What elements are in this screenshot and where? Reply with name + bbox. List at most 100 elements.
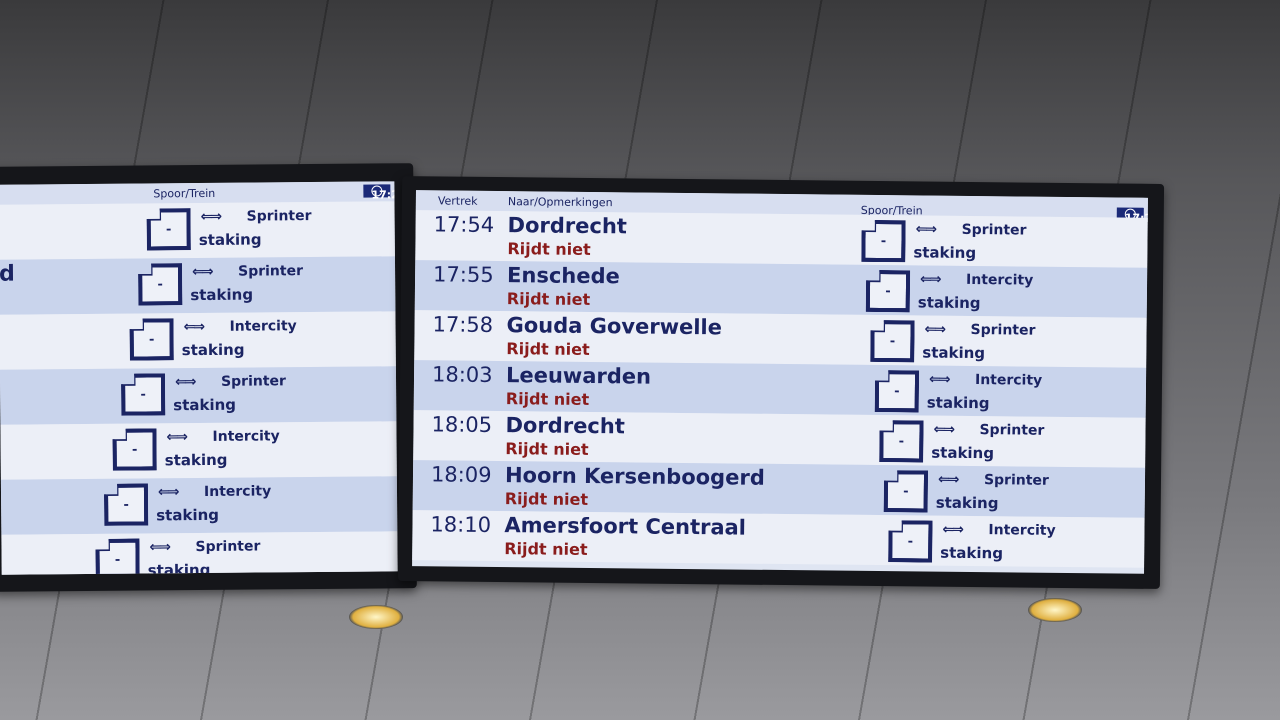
- train-type: Intercity: [212, 428, 280, 445]
- destination-header: Naar/Opmerkingen: [507, 195, 613, 210]
- departure-header: Vertrek: [437, 194, 478, 208]
- track-sign-icon: -: [866, 270, 910, 312]
- destination: Leeuwarden: [505, 363, 652, 389]
- track-number: -: [888, 474, 924, 508]
- ns-logo-icon: ⇐⇒: [200, 208, 221, 226]
- departure-row: d - ⇐⇒ Sprinter staking: [0, 256, 396, 315]
- ns-logo-icon: ⇐⇒: [157, 484, 178, 501]
- track-sign-icon: -: [104, 483, 148, 525]
- cancellation-note: Rijdt niet: [505, 389, 590, 409]
- ns-logo-icon: ⇐⇒: [928, 371, 949, 388]
- departure-time: 18:10: [430, 512, 492, 537]
- ns-logo-icon: ⇐⇒: [920, 271, 940, 288]
- ceiling-lamp: [349, 605, 403, 629]
- cancellation-note: Rijdt niet: [505, 439, 589, 459]
- remark: staking: [198, 230, 262, 250]
- track-number: -: [883, 424, 919, 458]
- remark: staking: [156, 505, 220, 525]
- left-departure-board: Spoor/Trein 17:21 - ⇐⇒ Sprinter staking d - ⇐⇒…: [0, 181, 398, 575]
- ns-logo-icon: ⇐⇒: [192, 263, 212, 281]
- departure-row: 18:10 Amersfoort Centraal Rijdt niet - ⇐⇒ Int…: [412, 510, 1145, 568]
- departure-row: 18:03 Leeuwarden Rijdt niet - ⇐⇒ Intercity sta…: [413, 360, 1147, 418]
- remark: staking: [147, 560, 211, 575]
- ns-logo-icon: ⇐⇒: [183, 318, 204, 336]
- track-sign-icon: -: [861, 220, 905, 262]
- ns-logo-icon: ⇐⇒: [942, 521, 963, 538]
- destination: Amersfoort Centraal: [504, 513, 747, 540]
- departure-row: 17:54 Dordrecht Rijdt niet - ⇐⇒ Sprinter staki…: [415, 210, 1148, 268]
- track-sign-icon: -: [147, 208, 191, 250]
- track-number: -: [879, 374, 915, 408]
- departure-row: 18:05 Dordrecht Rijdt niet - ⇐⇒ Sprinter staki…: [413, 410, 1146, 468]
- departure-time: 17:58: [432, 312, 494, 337]
- clock: 17:21: [363, 184, 398, 202]
- train-type: Intercity: [203, 483, 272, 500]
- track-number: -: [870, 274, 906, 308]
- remark: staking: [935, 493, 999, 513]
- departure-row: - ⇐⇒ Sprinter staking: [1, 531, 398, 575]
- left-board-frame: Spoor/Trein 17:21 - ⇐⇒ Sprinter staking d - ⇐⇒…: [0, 163, 417, 592]
- track-number: -: [108, 488, 144, 522]
- train-type: Sprinter: [246, 208, 312, 225]
- track-sign-icon: -: [875, 370, 919, 412]
- departure-row: - ⇐⇒ Sprinter staking: [0, 366, 397, 425]
- destination: Hoorn Kersenboogerd: [504, 463, 765, 490]
- track-number: -: [142, 267, 178, 301]
- remark: staking: [190, 285, 254, 305]
- track-sign-icon: -: [138, 263, 182, 305]
- track-number: -: [99, 543, 135, 575]
- departure-row: - ⇐⇒ Intercity staking: [0, 311, 396, 370]
- departure-time: 17:54: [433, 212, 495, 237]
- departure-time: 18:03: [431, 362, 493, 387]
- departure-time: 18:09: [430, 462, 492, 487]
- train-type: Sprinter: [220, 373, 286, 390]
- ceiling-lamp: [1028, 598, 1082, 622]
- ns-logo-icon: ⇐⇒: [933, 421, 954, 438]
- departure-time: 17:55: [432, 262, 494, 287]
- remark: staking: [940, 543, 1004, 563]
- track-number: -: [151, 212, 187, 246]
- track-sign-icon: -: [870, 320, 914, 362]
- remark: staking: [926, 393, 990, 413]
- ns-logo-icon: ⇐⇒: [174, 374, 195, 391]
- remark: staking: [181, 340, 245, 360]
- remark: staking: [164, 450, 228, 470]
- track-number: -: [116, 432, 152, 466]
- train-type: Sprinter: [983, 472, 1049, 489]
- train-type: Sprinter: [238, 263, 304, 280]
- train-type: Sprinter: [970, 321, 1036, 339]
- track-number: -: [874, 324, 910, 358]
- departure-row: 17:55 Enschede Rijdt niet - ⇐⇒ Intercity staki…: [414, 260, 1148, 318]
- train-type: Sprinter: [961, 221, 1027, 239]
- departure-row: - ⇐⇒ Intercity staking: [0, 476, 398, 535]
- departure-row: - ⇐⇒ Intercity staking: [0, 421, 397, 480]
- ns-logo-icon: ⇐⇒: [924, 321, 945, 338]
- track-sign-icon: -: [112, 428, 156, 470]
- cancellation-note: Rijdt niet: [504, 539, 588, 559]
- destination: Dordrecht: [505, 413, 625, 439]
- train-type: Intercity: [966, 271, 1034, 289]
- ns-logo-icon: ⇐⇒: [166, 429, 187, 446]
- track-sign-icon: -: [884, 470, 928, 512]
- track-sign-icon: -: [129, 318, 173, 360]
- ns-logo-icon: ⇐⇒: [149, 539, 170, 556]
- cancellation-note: Rijdt niet: [504, 489, 589, 509]
- clock-time: 17:21: [371, 188, 398, 202]
- departure-time: 18:05: [431, 412, 493, 437]
- track-sign-icon: -: [95, 539, 139, 575]
- track-sign-icon: -: [888, 520, 932, 562]
- cancellation-note: Rijdt niet: [506, 289, 591, 309]
- track-sign-icon: -: [121, 373, 165, 415]
- track-number: -: [865, 224, 901, 258]
- remark: staking: [913, 243, 977, 263]
- destination-partial: d: [0, 261, 15, 287]
- track-sign-icon: -: [879, 420, 923, 462]
- destination: Enschede: [506, 263, 620, 289]
- departure-row: 18:09 Hoorn Kersenboogerd Rijdt niet - ⇐⇒ Spr…: [412, 460, 1146, 518]
- track-header: Spoor/Trein: [153, 186, 216, 201]
- track-number: -: [892, 524, 928, 558]
- cancellation-note: Rijdt niet: [507, 239, 591, 259]
- right-departure-board: Vertrek Naar/Opmerkingen Spoor/Trein 17:…: [412, 190, 1148, 574]
- train-type: Sprinter: [979, 422, 1045, 439]
- remark: staking: [917, 293, 981, 313]
